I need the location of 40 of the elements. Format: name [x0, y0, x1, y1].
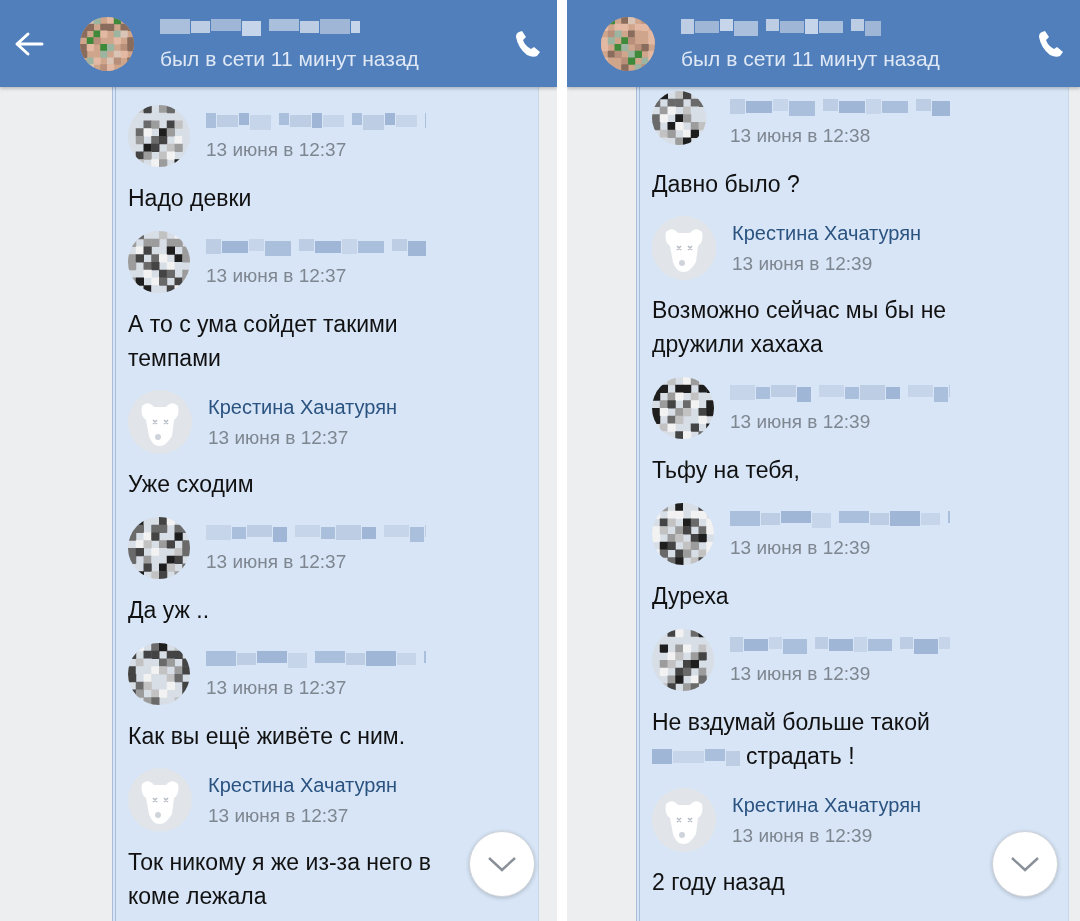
- message-text: Тьфу на тебя,: [652, 457, 800, 483]
- avatar-icon: [128, 390, 192, 454]
- author-name[interactable]: Крестина Хачатурян: [732, 793, 921, 817]
- status-text: был в сети 11 минут назад: [681, 46, 941, 71]
- message-time: 13 июня в 12:37: [206, 139, 348, 161]
- message-text: Ток никому я же из-за него в коме лежала: [128, 849, 432, 909]
- back-icon[interactable]: [14, 30, 44, 57]
- message-time: 13 июня в 12:39: [732, 824, 874, 847]
- message-time: 13 июня в 12:39: [730, 411, 872, 433]
- message-text: Как вы ещё живёте с ним.: [128, 723, 406, 749]
- chevron-down-icon: [1010, 856, 1040, 872]
- message-time: 13 июня в 12:39: [730, 537, 872, 559]
- message-time: 13 июня в 12:37: [206, 677, 348, 699]
- message-text: страдать !: [746, 743, 855, 769]
- message-time: 13 июня в 12:38: [730, 125, 872, 147]
- message-text: А то с ума сойдет такими темпами: [128, 311, 398, 371]
- avatar-icon: [652, 788, 716, 852]
- chevron-down-icon: [487, 856, 517, 872]
- message-text: Надо девки: [128, 185, 252, 211]
- message-text: Да уж ..: [128, 597, 210, 623]
- message-time: 13 июня в 12:37: [206, 265, 348, 287]
- author-name[interactable]: Крестина Хачатурян: [208, 773, 397, 797]
- message-time: 13 июня в 12:39: [732, 252, 874, 275]
- author-name[interactable]: Крестина Хачатурян: [208, 395, 397, 419]
- avatar-icon: [652, 216, 716, 280]
- message-text: 2 году назад: [652, 869, 785, 895]
- message-time: 13 июня в 12:39: [730, 663, 872, 685]
- phone-icon[interactable]: [513, 28, 543, 59]
- message-time: 13 июня в 12:37: [208, 804, 350, 827]
- message-text: Уже сходим: [128, 471, 254, 497]
- author-name[interactable]: Крестина Хачатурян: [732, 221, 921, 245]
- message-text: Давно было ?: [652, 171, 800, 197]
- message-text: Возможно сейчас мы бы не дружили хахаха: [652, 297, 947, 357]
- status-text: был в сети 11 минут назад: [160, 46, 420, 71]
- message-time: 13 июня в 12:37: [208, 426, 350, 449]
- message-text: Не вздумай больше такой: [652, 709, 930, 735]
- phone-icon[interactable]: [1036, 28, 1066, 59]
- avatar-icon: [128, 768, 192, 832]
- message-text: Дуреха: [652, 583, 729, 609]
- message-time: 13 июня в 12:37: [206, 551, 348, 573]
